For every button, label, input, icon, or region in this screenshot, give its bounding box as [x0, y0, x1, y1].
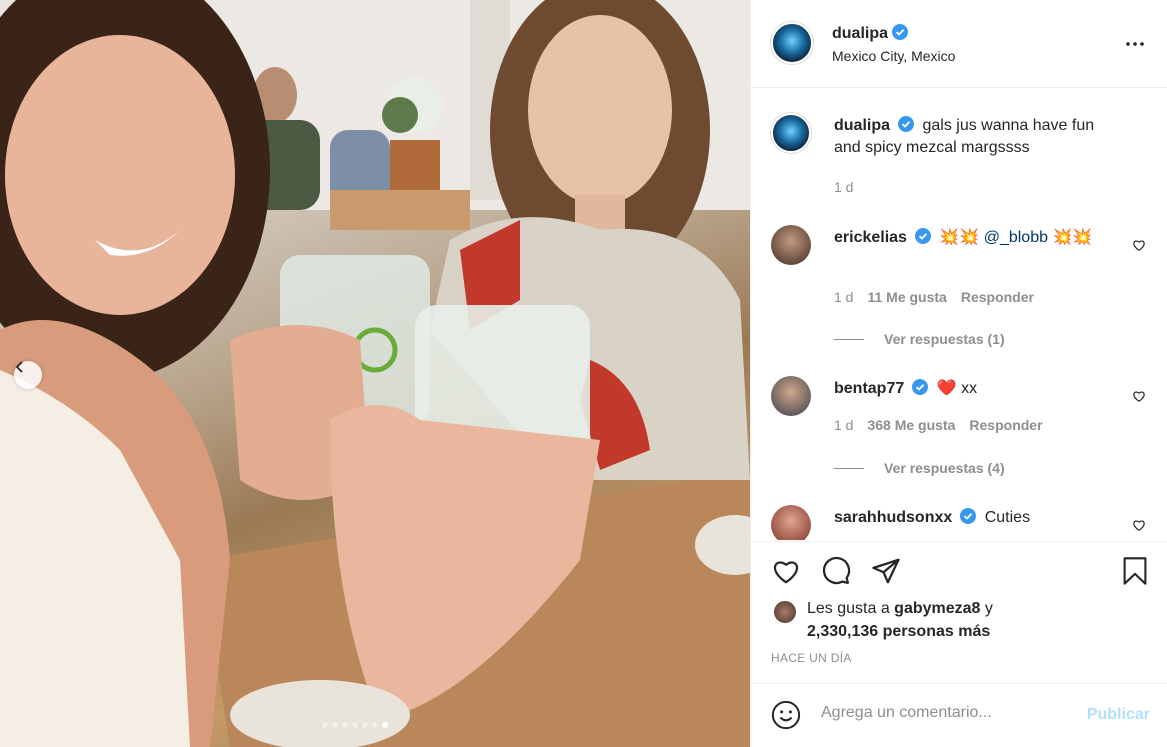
caption: dualipa gals jus wanna have fun and spic…	[771, 113, 1154, 213]
comment-icon[interactable]	[821, 556, 851, 586]
comment-text: 💥💥	[939, 229, 984, 246]
likes-prefix: Les gusta a	[807, 600, 895, 617]
carousel-dot	[362, 722, 368, 728]
carousel-indicator	[322, 722, 388, 728]
view-replies-button[interactable]: Ver respuestas (1)	[834, 331, 1005, 347]
comment-text: Cuties	[984, 509, 1031, 526]
comment-input[interactable]	[821, 704, 1071, 722]
post-header: dualipa Mexico City, Mexico	[751, 0, 1167, 88]
commenter-avatar[interactable]	[771, 225, 811, 265]
verified-icon	[898, 116, 915, 132]
likes-text: Les gusta a gabymeza8 y 2,330,136 person…	[807, 597, 1107, 643]
view-replies-label[interactable]: Ver respuestas (1)	[884, 331, 1005, 347]
emoji-icon[interactable]	[771, 700, 801, 730]
comment-time[interactable]: 1 d	[834, 289, 853, 305]
author-avatar[interactable]	[771, 22, 813, 64]
comment-mention-link[interactable]: @_blobb	[984, 229, 1048, 246]
replies-divider	[834, 338, 864, 340]
post-sidebar: dualipa Mexico City, Mexico dualipa gals…	[750, 0, 1167, 747]
author-username[interactable]: dualipa	[832, 24, 909, 43]
comment-item: sarahhudsonxx Cuties	[771, 505, 1154, 540]
heart-icon[interactable]	[771, 556, 801, 586]
carousel-dot	[322, 722, 328, 728]
commenter-username[interactable]: erickelias	[834, 229, 907, 246]
heart-icon[interactable]	[1132, 518, 1146, 532]
carousel-prev-button[interactable]	[14, 361, 42, 389]
reply-button[interactable]: Responder	[961, 289, 1034, 305]
replies-divider	[834, 467, 864, 469]
caption-body: dualipa gals jus wanna have fun and spic…	[834, 115, 1114, 159]
reply-button[interactable]: Responder	[969, 417, 1042, 433]
photo-illustration	[0, 0, 750, 747]
carousel-dot	[342, 722, 348, 728]
commenter-username[interactable]: bentap77	[834, 380, 904, 397]
comment-item: bentap77 ❤️ xx 1 d 368 Me gusta Responde…	[771, 376, 1154, 476]
post-location[interactable]: Mexico City, Mexico	[832, 48, 955, 64]
caption-avatar[interactable]	[771, 113, 811, 153]
chevron-left-icon	[15, 361, 23, 373]
comment-time[interactable]: 1 d	[834, 417, 853, 433]
comment-meta: 1 d 368 Me gusta Responder	[834, 417, 1043, 433]
verified-icon	[960, 508, 977, 524]
post-comment-button[interactable]: Publicar	[1087, 706, 1150, 724]
author-username-text[interactable]: dualipa	[832, 25, 888, 42]
heart-icon[interactable]	[1132, 238, 1146, 252]
comment-text: 💥💥	[1048, 229, 1093, 246]
post-timestamp[interactable]: HACE UN DÍA	[771, 651, 852, 665]
liker-avatar[interactable]	[773, 600, 797, 624]
comment-item: erickelias 💥💥 @_blobb 💥💥 1 d 11 Me gusta…	[771, 225, 1154, 355]
carousel-dot-active	[382, 722, 388, 728]
commenter-avatar[interactable]	[771, 505, 811, 540]
carousel-dot	[372, 722, 378, 728]
carousel-dot	[352, 722, 358, 728]
view-replies-label[interactable]: Ver respuestas (4)	[884, 460, 1005, 476]
caption-time[interactable]: 1 d	[834, 179, 853, 195]
heart-icon[interactable]	[1132, 389, 1146, 403]
post-actions	[751, 541, 1167, 601]
post-photo[interactable]	[0, 0, 750, 747]
view-replies-button[interactable]: Ver respuestas (4)	[834, 460, 1005, 476]
share-icon[interactable]	[871, 556, 901, 586]
comment-body: sarahhudsonxx Cuties	[834, 507, 1114, 529]
add-comment-bar: Publicar	[751, 683, 1167, 747]
more-options-icon[interactable]	[1123, 32, 1147, 56]
comment-likes[interactable]: 11 Me gusta	[867, 289, 946, 305]
verified-icon	[892, 24, 909, 40]
carousel-dot	[332, 722, 338, 728]
comment-body: bentap77 ❤️ xx	[834, 378, 1114, 400]
save-icon[interactable]	[1121, 556, 1149, 586]
comments-list[interactable]: dualipa gals jus wanna have fun and spic…	[751, 89, 1167, 540]
likes-connector: y	[980, 600, 993, 617]
comment-likes[interactable]: 368 Me gusta	[867, 417, 955, 433]
comment-text: ❤️ xx	[936, 380, 978, 397]
comment-body: erickelias 💥💥 @_blobb 💥💥	[834, 227, 1114, 249]
caption-meta: 1 d	[834, 179, 853, 195]
caption-username[interactable]: dualipa	[834, 117, 890, 134]
verified-icon	[912, 379, 929, 395]
comment-meta: 1 d 11 Me gusta Responder	[834, 289, 1034, 305]
liker-username[interactable]: gabymeza8	[894, 600, 980, 617]
commenter-avatar[interactable]	[771, 376, 811, 416]
commenter-username[interactable]: sarahhudsonxx	[834, 509, 952, 526]
verified-icon	[914, 228, 931, 244]
likes-count[interactable]: 2,330,136 personas más	[807, 623, 990, 640]
